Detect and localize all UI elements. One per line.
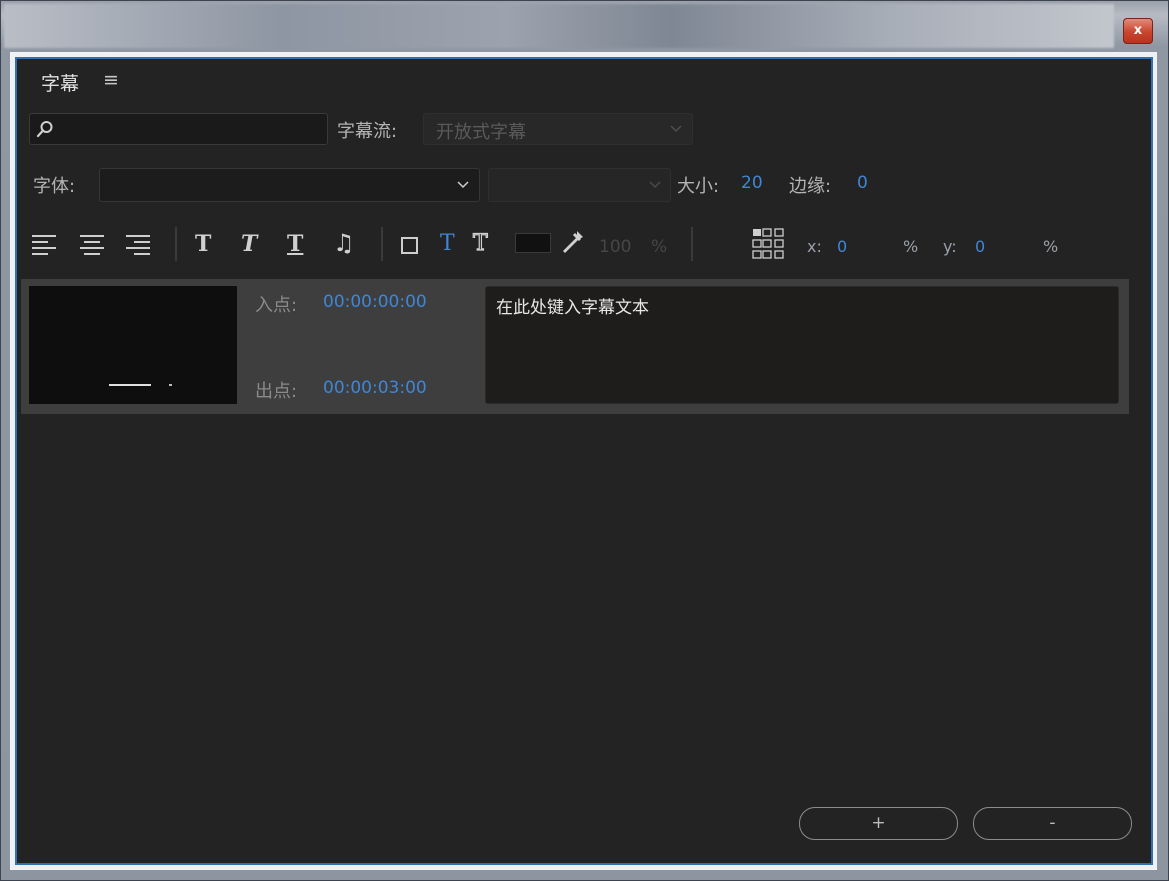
captions-panel: 字幕 ≡ 字幕流: 开放式字幕 字体: 大小: 20 边缘: 0 T T T ♫… xyxy=(15,57,1153,865)
size-label: 大小: xyxy=(677,176,720,197)
remove-caption-button[interactable]: - xyxy=(973,807,1132,840)
caption-stream-value: 开放式字幕 xyxy=(436,122,526,143)
caption-stream-label: 字幕流: xyxy=(337,121,398,142)
in-point-timecode[interactable]: 00:00:00:00 xyxy=(323,292,427,312)
music-note-button[interactable]: ♫ xyxy=(333,229,355,257)
outline-button[interactable]: T xyxy=(472,230,488,256)
caption-dialog-window: x 字幕 ≡ 字幕流: 开放式字幕 字体: 大小: 20 边缘: 0 T T T… xyxy=(0,0,1169,881)
caption-text-field[interactable]: 在此处键入字幕文本 xyxy=(485,286,1119,404)
edge-value[interactable]: 0 xyxy=(857,173,868,193)
text-color-button[interactable]: T xyxy=(440,231,455,256)
position-grid-icon[interactable] xyxy=(751,227,787,263)
in-point-label: 入点: xyxy=(255,295,298,316)
caption-thumbnail xyxy=(29,286,237,404)
chevron-down-icon xyxy=(457,181,469,189)
caption-list-item[interactable]: 入点: 00:00:00:00 出点: 00:00:03:00 在此处键入字幕文… xyxy=(21,279,1129,414)
align-right-icon[interactable] xyxy=(125,234,151,256)
opacity-value[interactable]: 100 xyxy=(599,237,631,257)
close-button[interactable]: x xyxy=(1123,18,1153,44)
toolbar-separator xyxy=(691,227,693,261)
background-box-button[interactable] xyxy=(401,237,418,254)
y-value[interactable]: 0 xyxy=(975,237,985,256)
y-label: y: xyxy=(943,237,957,256)
thumbnail-caption-preview xyxy=(109,384,151,386)
thumbnail-caption-preview xyxy=(169,384,172,386)
edge-label: 边缘: xyxy=(789,176,832,197)
x-unit: % xyxy=(903,237,919,256)
toolbar-separator xyxy=(381,227,383,261)
toolbar-separator xyxy=(175,227,177,261)
out-point-label: 出点: xyxy=(255,381,298,402)
eyedropper-icon[interactable] xyxy=(561,229,585,255)
panel-menu-icon[interactable]: ≡ xyxy=(103,69,119,91)
y-unit: % xyxy=(1043,237,1059,256)
opacity-unit: % xyxy=(651,237,668,257)
underline-button[interactable]: T xyxy=(287,231,303,257)
align-left-icon[interactable] xyxy=(31,234,57,256)
font-family-dropdown[interactable] xyxy=(99,168,480,202)
x-label: x: xyxy=(807,237,822,256)
add-caption-button[interactable]: + xyxy=(799,807,958,840)
panel-title: 字幕 xyxy=(41,73,80,95)
chevron-down-icon xyxy=(670,125,682,133)
chevron-down-icon xyxy=(649,181,661,189)
font-label: 字体: xyxy=(33,176,76,197)
bold-button[interactable]: T xyxy=(195,231,211,257)
color-swatch[interactable] xyxy=(515,233,551,253)
search-input[interactable] xyxy=(60,117,326,143)
search-icon xyxy=(36,121,53,138)
font-style-dropdown[interactable] xyxy=(488,168,671,202)
search-field[interactable] xyxy=(29,113,328,145)
out-point-timecode[interactable]: 00:00:03:00 xyxy=(323,378,427,398)
title-bar[interactable] xyxy=(4,4,1114,48)
italic-button[interactable]: T xyxy=(241,231,257,257)
caption-stream-dropdown[interactable]: 开放式字幕 xyxy=(423,113,693,145)
size-value[interactable]: 20 xyxy=(741,173,763,193)
x-value[interactable]: 0 xyxy=(837,237,847,256)
align-center-icon[interactable] xyxy=(79,234,105,256)
